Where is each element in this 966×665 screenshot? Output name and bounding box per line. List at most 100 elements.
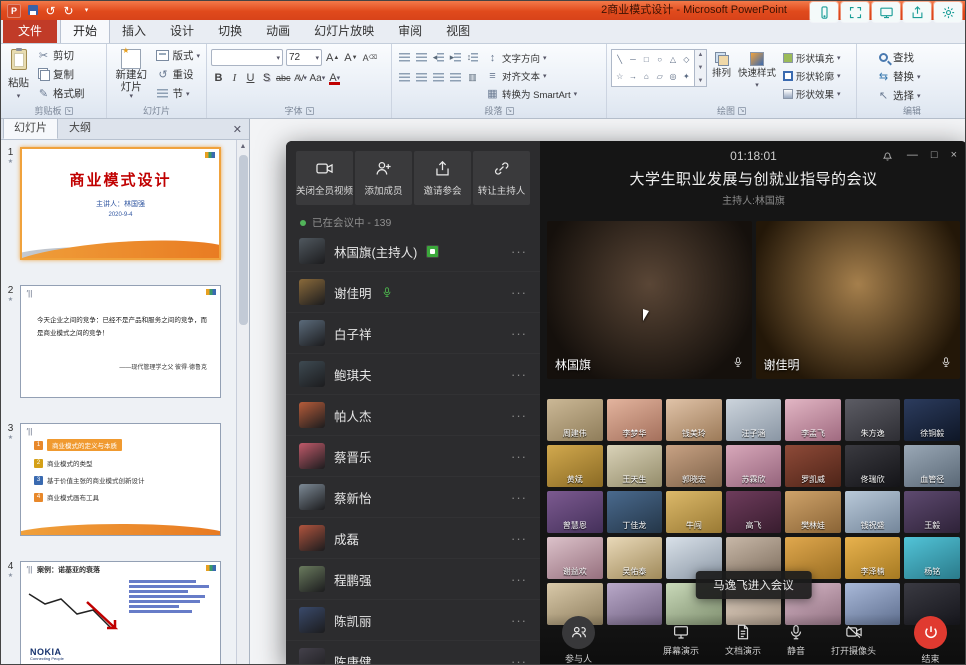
member-row[interactable]: 帕人杰··· [286, 395, 540, 436]
clear-formatting-button[interactable]: A⌫ [362, 50, 379, 66]
end-meeting-button[interactable]: 结束 [914, 616, 947, 665]
meeting-action-button[interactable]: 邀请参会 [414, 151, 471, 205]
member-more-button[interactable]: ··· [511, 449, 527, 464]
align-center-button[interactable] [413, 69, 430, 85]
copy-button[interactable]: 复制 [35, 66, 87, 83]
member-row[interactable]: 蔡新怡··· [286, 477, 540, 518]
new-slide-button[interactable]: 新建幻灯片▾ [111, 47, 151, 103]
line-spacing-button[interactable]: ↕ [464, 49, 481, 65]
numbering-button[interactable] [413, 49, 430, 65]
dialog-launcher[interactable]: ↘ [738, 107, 746, 115]
meeting-action-button[interactable]: 关闭全员视频 [296, 151, 353, 205]
member-more-button[interactable]: ··· [511, 367, 527, 382]
bell-icon[interactable] [881, 149, 894, 162]
video-tile[interactable]: 汪子涵 [726, 399, 782, 441]
member-row[interactable]: 鲍琪夫··· [286, 354, 540, 395]
align-text-button[interactable]: ≡对齐文本▾ [484, 67, 579, 84]
panel-close-button[interactable]: ✕ [226, 123, 249, 139]
decrease-indent-button[interactable]: ◂ [430, 49, 447, 65]
video-tile[interactable]: 高飞 [726, 491, 782, 533]
member-row[interactable]: 蔡晋乐··· [286, 436, 540, 477]
video-tile[interactable]: 血管径 [904, 445, 960, 487]
cut-button[interactable]: ✂剪切 [35, 47, 87, 64]
member-more-button[interactable]: ··· [511, 490, 527, 505]
bold-button[interactable]: B [211, 70, 226, 86]
ribbon-tab[interactable]: 视图 [434, 18, 482, 43]
settings-button[interactable] [934, 2, 962, 22]
shape-effects-button[interactable]: 形状效果▾ [781, 85, 843, 102]
grow-font-button[interactable]: A▲ [325, 50, 340, 66]
shape-outline-button[interactable]: 形状轮廓▾ [781, 67, 843, 84]
featured-video-tile[interactable]: 谢佳明 [756, 221, 961, 379]
video-tile[interactable]: 吴佑泰 [607, 537, 663, 579]
meeting-action-button[interactable]: 添加成员 [355, 151, 412, 205]
text-shadow-button[interactable]: S [259, 70, 274, 86]
ribbon-tab[interactable]: 动画 [254, 18, 302, 43]
video-tile[interactable]: 佟瑞欣 [845, 445, 901, 487]
video-tile[interactable]: 苏霖欣 [726, 445, 782, 487]
paste-button[interactable]: 粘贴▾ [5, 47, 32, 103]
smartart-button[interactable]: ▦转换为 SmartArt▾ [484, 85, 579, 102]
doc-share-button[interactable]: 文档演示 [725, 623, 761, 657]
mute-button[interactable]: 静音 [787, 623, 805, 657]
video-tile[interactable]: 朱方逸 [845, 399, 901, 441]
video-tile[interactable]: 钱美玲 [666, 399, 722, 441]
reset-button[interactable]: ↺重设 [154, 66, 202, 83]
ribbon-tab[interactable]: 幻灯片放映 [302, 18, 386, 43]
member-more-button[interactable]: ··· [511, 613, 527, 628]
redo-button[interactable]: ↻ [62, 4, 75, 18]
member-row[interactable]: 成磊··· [286, 518, 540, 559]
member-row[interactable]: 陈康健··· [286, 641, 540, 665]
video-tile[interactable]: 曾慧恩 [547, 491, 603, 533]
member-more-button[interactable]: ··· [511, 285, 527, 300]
video-tile[interactable]: 李梦华 [607, 399, 663, 441]
shapes-gallery[interactable]: ╲─□○△◇ ☆→⌂▱◎✦ [611, 49, 695, 87]
quick-styles-button[interactable]: 快速样式▾ [736, 49, 778, 93]
video-tile[interactable]: 王毅 [904, 491, 960, 533]
camera-button[interactable]: 打开摄像头 [831, 623, 876, 657]
dialog-launcher[interactable]: ↘ [506, 107, 514, 115]
replace-button[interactable]: ⇆替换▾ [875, 68, 963, 85]
member-more-button[interactable]: ··· [511, 244, 527, 259]
section-button[interactable]: 节▾ [154, 85, 202, 102]
member-more-button[interactable]: ··· [511, 531, 527, 546]
underline-button[interactable]: U [243, 70, 258, 86]
increase-indent-button[interactable]: ▸ [447, 49, 464, 65]
scrollbar-thumb[interactable] [239, 155, 248, 325]
arrange-button[interactable]: 排列 [710, 49, 733, 82]
font-size-combo[interactable]: 72▾ [286, 49, 322, 66]
maximize-icon[interactable]: □ [931, 148, 938, 162]
video-tile[interactable]: 李泽楠 [845, 537, 901, 579]
video-tile[interactable]: 徐铜毅 [904, 399, 960, 441]
font-color-button[interactable]: A▾ [327, 70, 342, 86]
text-direction-button[interactable]: ↕文字方向▾ [484, 49, 579, 66]
ribbon-tab[interactable]: 切换 [206, 18, 254, 43]
member-more-button[interactable]: ··· [511, 326, 527, 341]
slide-thumbnail-4[interactable]: '|| 案例：诺基亚的衰落 NOKIAConnecting People 201… [20, 561, 221, 665]
video-tile[interactable]: 丁佳龙 [607, 491, 663, 533]
video-tile[interactable]: 李孟飞 [785, 399, 841, 441]
meeting-action-button[interactable]: 转让主持人 [473, 151, 530, 205]
slide-thumbnail-2[interactable]: '|| 今天企业之间的竞争：已经不是产品和服务之间的竞争，而是商业模式之间的竞争… [20, 285, 221, 398]
tab-file[interactable]: 文件 [3, 18, 57, 43]
minimize-icon[interactable]: — [907, 148, 918, 162]
bullets-button[interactable] [396, 49, 413, 65]
member-row[interactable]: 谢佳明··· [286, 272, 540, 313]
justify-button[interactable] [447, 69, 464, 85]
undo-button[interactable]: ↺ [44, 4, 57, 18]
qat-dropdown[interactable]: ▾ [80, 4, 93, 18]
select-button[interactable]: ↖选择▾ [875, 87, 963, 104]
ribbon-tab[interactable]: 审阅 [386, 18, 434, 43]
ribbon-tab[interactable]: 插入 [110, 18, 158, 43]
featured-video-tile[interactable]: 林国旗 [547, 221, 752, 379]
screen-share-button[interactable]: 屏幕演示 [663, 623, 699, 657]
font-name-combo[interactable]: ▾ [211, 49, 283, 66]
member-more-button[interactable]: ··· [511, 572, 527, 587]
member-row[interactable]: 林国旗(主持人)··· [286, 231, 540, 272]
columns-button[interactable]: ▥ [464, 69, 481, 85]
dialog-launcher[interactable]: ↘ [306, 107, 314, 115]
member-more-button[interactable]: ··· [511, 408, 527, 423]
video-tile[interactable]: 黄斌 [547, 445, 603, 487]
slide-thumbnail-3[interactable]: '|| 1商业模式的定义与本质 2商业模式的类型 3基于价值主张的商业模式创新设… [20, 423, 221, 536]
video-tile[interactable]: 周建伟 [547, 399, 603, 441]
